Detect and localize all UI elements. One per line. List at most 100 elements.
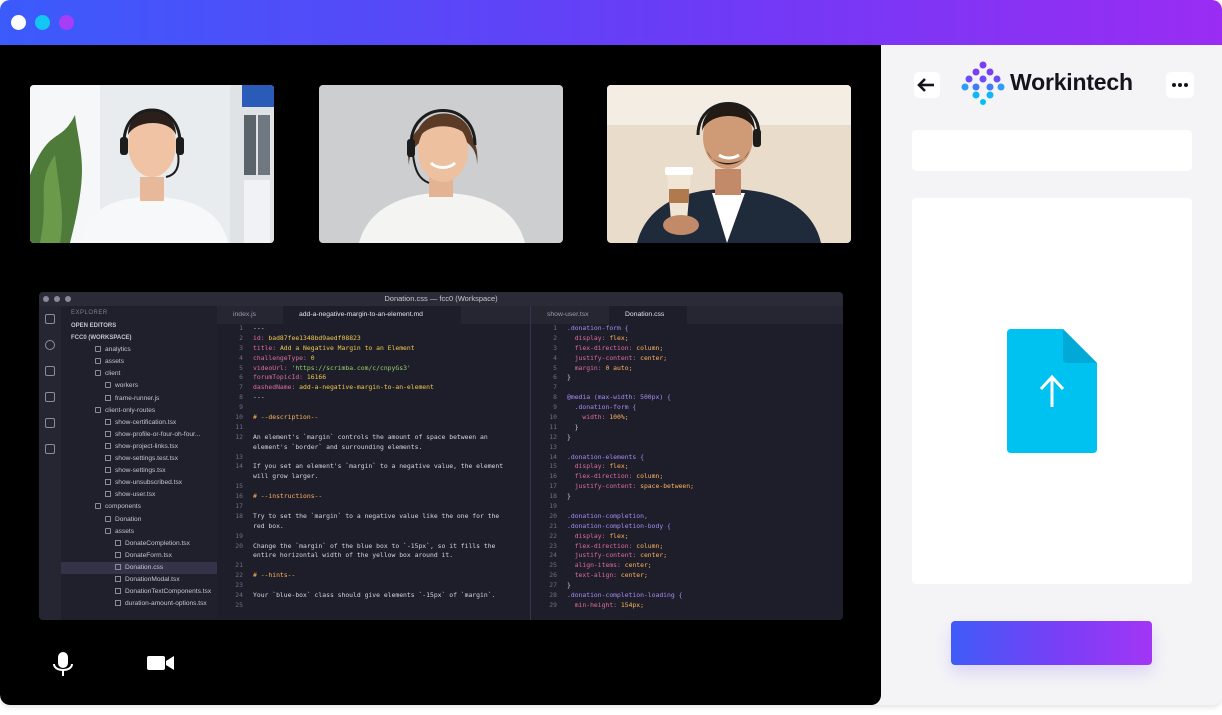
tab-show-user[interactable]: show-user.tsx: [531, 306, 609, 324]
file-upload-dropzone[interactable]: [912, 198, 1192, 584]
text-field[interactable]: [912, 130, 1192, 171]
participant-video-3[interactable]: [607, 85, 851, 243]
code-line[interactable]: justify-content: center;: [567, 551, 694, 561]
code-line[interactable]: .donation-completion-loading {: [567, 591, 694, 601]
explorer-section[interactable]: FCC0 (WORKSPACE): [61, 332, 217, 344]
code-line[interactable]: flex-direction: column;: [567, 542, 694, 552]
code-line[interactable]: Your `blue-box` class should give elemen…: [253, 591, 503, 601]
editor-pane-markdown[interactable]: 1 2 3 4 5 6 7 8 9 10 11 12 13 14 15 16 17 18 19 20 21 22 23 24 2…: [217, 324, 530, 620]
code-line[interactable]: align-items: center;: [567, 561, 694, 571]
code-line[interactable]: ---: [253, 393, 503, 403]
code-line[interactable]: Try to set the `margin` to a negative va…: [253, 512, 503, 522]
code-line[interactable]: # --hints--: [253, 571, 503, 581]
code-line[interactable]: text-align: center;: [567, 571, 694, 581]
file-upload-icon[interactable]: [1007, 329, 1097, 458]
explorer-item[interactable]: DonationTextComponents.tsx: [61, 586, 217, 598]
explorer-item[interactable]: show-certification.tsx: [61, 417, 217, 429]
code-line[interactable]: [567, 383, 694, 393]
code-line[interactable]: }: [567, 581, 694, 591]
code-line[interactable]: # --description--: [253, 413, 503, 423]
screen-share-editor[interactable]: Donation.css — fcc0 (Workspace) EXPLORER…: [39, 292, 843, 620]
code-line[interactable]: }: [567, 433, 694, 443]
code-line[interactable]: [567, 502, 694, 512]
explorer-item[interactable]: show-user.tsx: [61, 489, 217, 501]
code-line[interactable]: [253, 403, 503, 413]
back-arrow-icon[interactable]: [914, 72, 940, 98]
explorer-item[interactable]: Donation: [61, 514, 217, 526]
code-line[interactable]: An element's `margin` controls the amoun…: [253, 433, 503, 443]
more-options-icon[interactable]: [1166, 72, 1194, 98]
code-line[interactable]: display: flex;: [567, 462, 694, 472]
code-line[interactable]: [567, 443, 694, 453]
code-line[interactable]: .donation-completion-body {: [567, 522, 694, 532]
code-line[interactable]: [253, 581, 503, 591]
explorer-item[interactable]: analytics: [61, 344, 217, 356]
primary-action-button[interactable]: [951, 621, 1152, 665]
tab-index-js[interactable]: index.js: [217, 306, 283, 324]
code-line[interactable]: }: [567, 373, 694, 383]
explorer-section[interactable]: OPEN EDITORS: [61, 320, 217, 332]
code-line[interactable]: forumTopicId: 16166: [253, 373, 503, 383]
code-line[interactable]: videoUrl: 'https://scrimba.com/c/cnpyGs3…: [253, 364, 503, 374]
code-line[interactable]: ---: [253, 324, 503, 334]
window-minimize-dot[interactable]: [35, 15, 50, 30]
code-line[interactable]: margin: 0 auto;: [567, 364, 694, 374]
explorer-item[interactable]: client: [61, 368, 217, 380]
code-line[interactable]: }: [567, 423, 694, 433]
code-line[interactable]: justify-content: space-between;: [567, 482, 694, 492]
code-line[interactable]: display: flex;: [567, 532, 694, 542]
explorer-item[interactable]: workers: [61, 380, 217, 392]
code-line[interactable]: will grow larger.: [253, 472, 503, 482]
code-line[interactable]: .donation-form {: [567, 403, 694, 413]
explorer-item[interactable]: show-project-links.tsx: [61, 441, 217, 453]
explorer-item[interactable]: assets: [61, 526, 217, 538]
code-line[interactable]: @media (max-width: 500px) {: [567, 393, 694, 403]
code-line[interactable]: [253, 561, 503, 571]
explorer-item[interactable]: components: [61, 501, 217, 513]
code-line[interactable]: [253, 532, 503, 542]
code-line[interactable]: [253, 423, 503, 433]
code-line[interactable]: entire horizontal width of the yellow bo…: [253, 551, 503, 561]
video-camera-icon[interactable]: [147, 655, 175, 676]
tab-markdown[interactable]: add-a-negative-margin-to-an-element.md: [283, 306, 461, 324]
code-line[interactable]: [253, 502, 503, 512]
code-line[interactable]: id: bad87fee1348bd9aedf08823: [253, 334, 503, 344]
explorer-item[interactable]: assets: [61, 356, 217, 368]
explorer-item[interactable]: Donation.css: [61, 561, 217, 574]
code-line[interactable]: .donation-form {: [567, 324, 694, 334]
explorer-item[interactable]: show-profile-or-four-oh-four...: [61, 429, 217, 441]
code-line[interactable]: display: flex;: [567, 334, 694, 344]
explorer-item[interactable]: show-settings.tsx: [61, 465, 217, 477]
code-line[interactable]: .donation-completion,: [567, 512, 694, 522]
editor-pane-css[interactable]: 1 2 3 4 5 6 7 8 9 10 11 12 13 14 15 16 17 18 19 20 21 22 23 24 2…: [531, 324, 843, 620]
window-maximize-dot[interactable]: [59, 15, 74, 30]
code-line[interactable]: dashedName: add-a-negative-margin-to-an-…: [253, 383, 503, 393]
code-line[interactable]: Change the `margin` of the blue box to `…: [253, 542, 503, 552]
code-line[interactable]: }: [567, 492, 694, 502]
participant-video-1[interactable]: [30, 85, 274, 243]
code-line[interactable]: .donation-elements {: [567, 453, 694, 463]
explorer-item[interactable]: DonateForm.tsx: [61, 550, 217, 562]
explorer-item[interactable]: duration-amount-options.tsx: [61, 598, 217, 610]
code-line[interactable]: red box.: [253, 522, 503, 532]
participant-video-2[interactable]: [319, 85, 563, 243]
code-line[interactable]: flex-direction: column;: [567, 344, 694, 354]
code-line[interactable]: flex-direction: column;: [567, 472, 694, 482]
tab-donation-css[interactable]: Donation.css: [609, 306, 687, 324]
code-line[interactable]: # --instructions--: [253, 492, 503, 502]
microphone-icon[interactable]: [52, 652, 74, 683]
code-line[interactable]: [253, 482, 503, 492]
code-line[interactable]: min-height: 154px;: [567, 601, 694, 611]
code-line[interactable]: [253, 601, 503, 611]
code-line[interactable]: width: 100%;: [567, 413, 694, 423]
code-line[interactable]: If you set an element's `margin` to a ne…: [253, 462, 503, 472]
code-line[interactable]: element's `border` and surrounding eleme…: [253, 443, 503, 453]
code-line[interactable]: justify-content: center;: [567, 354, 694, 364]
explorer-item[interactable]: show-settings.test.tsx: [61, 453, 217, 465]
explorer-item[interactable]: client-only-routes: [61, 405, 217, 417]
code-line[interactable]: title: Add a Negative Margin to an Eleme…: [253, 344, 503, 354]
code-line[interactable]: challengeType: 0: [253, 354, 503, 364]
code-line[interactable]: [253, 453, 503, 463]
explorer-item[interactable]: frame-runner.js: [61, 393, 217, 405]
explorer-item[interactable]: DonateCompletion.tsx: [61, 538, 217, 550]
